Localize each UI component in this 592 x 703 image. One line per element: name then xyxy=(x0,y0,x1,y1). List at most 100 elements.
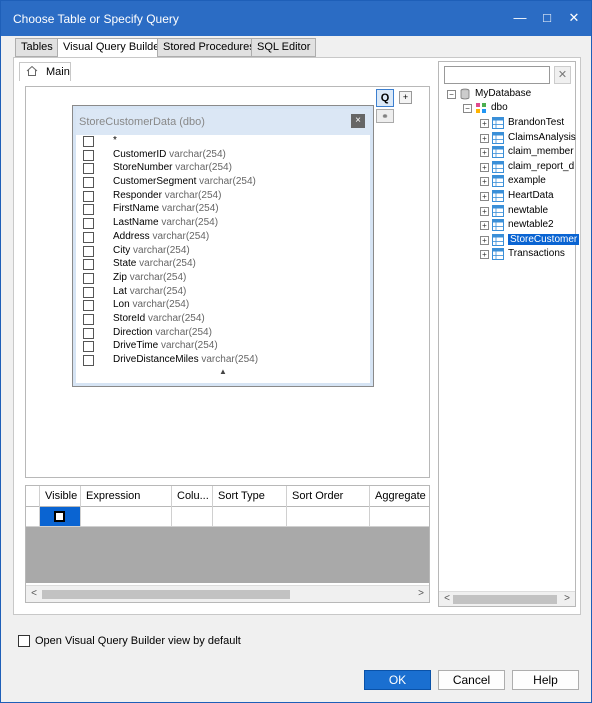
column-checkbox[interactable] xyxy=(83,149,94,161)
column-checkbox[interactable] xyxy=(83,218,94,230)
tab-visual-query-builder[interactable]: Visual Query Builder xyxy=(57,38,170,58)
close-button[interactable]: ✕ xyxy=(562,7,586,29)
row-selector[interactable] xyxy=(26,507,40,526)
column-checkbox[interactable] xyxy=(83,204,94,216)
grid-header-sort-type[interactable]: Sort Type xyxy=(213,486,287,507)
expand-icon[interactable]: + xyxy=(480,192,489,201)
column-checkbox[interactable] xyxy=(83,327,94,339)
expand-icon[interactable]: + xyxy=(480,148,489,158)
tab-stored-procedures[interactable]: Stored Procedures xyxy=(157,38,261,57)
column-checkbox[interactable] xyxy=(83,136,94,147)
column-checkbox[interactable] xyxy=(83,177,94,189)
scrollbar-thumb[interactable] xyxy=(42,590,290,599)
q-button[interactable]: Q xyxy=(376,89,394,107)
table-box-close-button[interactable]: × xyxy=(351,114,365,128)
cancel-button[interactable]: Cancel xyxy=(438,670,505,690)
tree-node-label: Transactions xyxy=(508,248,565,260)
grid-header-visible[interactable]: Visible xyxy=(40,486,81,507)
grid-header-expression[interactable]: Expression xyxy=(81,486,172,507)
column-row[interactable]: DriveTime varchar(254) xyxy=(76,340,370,354)
collapse-icon[interactable]: − xyxy=(447,90,456,99)
column-row[interactable]: Address varchar(254) xyxy=(76,231,370,245)
column-type: varchar(254) xyxy=(152,230,210,242)
aggregate-cell[interactable] xyxy=(370,507,429,526)
column-name: StoreId xyxy=(113,312,146,324)
column-checkbox[interactable] xyxy=(83,231,94,243)
column-row[interactable]: City varchar(254) xyxy=(76,245,370,259)
scroll-right-icon[interactable]: > xyxy=(560,592,574,606)
column-row[interactable]: * xyxy=(76,135,370,149)
column-row[interactable]: Zip varchar(254) xyxy=(76,272,370,286)
column-checkbox[interactable] xyxy=(83,300,94,312)
scroll-left-icon[interactable]: < xyxy=(440,592,454,606)
column-row[interactable]: DriveDistanceMiles varchar(254) xyxy=(76,354,370,367)
column-checkbox[interactable] xyxy=(83,341,94,353)
expand-icon[interactable]: + xyxy=(480,221,489,231)
column-checkbox[interactable] xyxy=(83,272,94,284)
column-checkbox[interactable] xyxy=(83,245,94,257)
table-box-title[interactable]: StoreCustomerData (dbo) xyxy=(76,109,370,135)
column-checkbox[interactable] xyxy=(83,313,94,325)
scroll-right-icon[interactable]: > xyxy=(414,587,428,601)
column-name: StoreNumber xyxy=(113,162,173,174)
home-icon xyxy=(26,65,38,76)
sort-order-cell[interactable] xyxy=(287,507,370,526)
column-checkbox[interactable] xyxy=(83,163,94,175)
scroll-left-icon[interactable]: < xyxy=(27,587,41,601)
collapse-icon[interactable]: − xyxy=(463,104,472,113)
expand-icon[interactable]: + xyxy=(480,177,489,187)
tree-search-input[interactable] xyxy=(444,66,550,84)
column-row[interactable]: Direction varchar(254) xyxy=(76,327,370,341)
expand-icon[interactable]: + xyxy=(480,133,489,143)
ok-button[interactable]: OK xyxy=(364,670,431,690)
scrollbar-thumb[interactable] xyxy=(453,595,557,604)
column-type: varchar(254) xyxy=(161,217,219,229)
column-name: CustomerSegment xyxy=(113,176,197,188)
column-row[interactable]: LastName varchar(254) xyxy=(76,217,370,231)
grid-header-aggregate[interactable]: Aggregate xyxy=(370,486,429,507)
column-row[interactable]: FirstName varchar(254) xyxy=(76,203,370,217)
column-row[interactable]: StoreId varchar(254) xyxy=(76,313,370,327)
column-checkbox[interactable] xyxy=(83,190,94,202)
column-checkbox[interactable] xyxy=(83,286,94,298)
sort-type-cell[interactable] xyxy=(213,507,287,526)
grid-header-column[interactable]: Colu... xyxy=(172,486,213,507)
grid-horizontal-scrollbar[interactable]: < > xyxy=(26,585,429,602)
column-row[interactable]: Lat varchar(254) xyxy=(76,286,370,300)
expand-icon[interactable]: + xyxy=(480,162,489,172)
column-checkbox[interactable] xyxy=(83,259,94,271)
tab-tables[interactable]: Tables xyxy=(15,38,59,57)
column-checkbox[interactable] xyxy=(83,355,94,366)
maximize-button[interactable]: □ xyxy=(535,7,559,29)
open-vqb-default-label: Open Visual Query Builder view by defaul… xyxy=(35,635,241,647)
column-row[interactable]: CustomerSegment varchar(254) xyxy=(76,176,370,190)
open-vqb-default-checkbox[interactable] xyxy=(18,635,30,647)
tree-horizontal-scrollbar[interactable]: < > xyxy=(439,591,575,606)
column-row[interactable]: State varchar(254) xyxy=(76,258,370,272)
link-icon[interactable]: ⚭ xyxy=(376,109,394,123)
expression-cell[interactable] xyxy=(81,507,172,526)
table-icon xyxy=(492,233,504,246)
help-button[interactable]: Help xyxy=(512,670,579,690)
column-row[interactable]: Responder varchar(254) xyxy=(76,190,370,204)
table-box[interactable]: StoreCustomerData (dbo) × * CustomerID v… xyxy=(72,105,374,387)
grid-header-sort-order[interactable]: Sort Order xyxy=(287,486,370,507)
column-row[interactable]: StoreNumber varchar(254) xyxy=(76,162,370,176)
column-row[interactable]: Lon varchar(254) xyxy=(76,299,370,313)
schema-icon xyxy=(476,103,486,113)
add-table-button[interactable]: + xyxy=(399,91,412,104)
visible-checkbox[interactable] xyxy=(54,511,65,522)
scroll-up-icon[interactable]: ▲ xyxy=(76,367,370,381)
minimize-button[interactable]: — xyxy=(508,7,532,29)
column-row[interactable]: CustomerID varchar(254) xyxy=(76,149,370,163)
expand-icon[interactable]: + xyxy=(480,119,489,128)
visible-cell[interactable] xyxy=(40,507,81,526)
tab-sql-editor[interactable]: SQL Editor xyxy=(251,38,317,57)
clear-search-icon[interactable]: ✕ xyxy=(554,66,571,84)
expand-icon[interactable]: + xyxy=(480,206,489,216)
column-cell[interactable] xyxy=(172,507,213,526)
expand-icon[interactable]: + xyxy=(480,235,489,245)
column-type: varchar(254) xyxy=(175,162,232,174)
expand-icon[interactable]: + xyxy=(480,250,489,260)
tab-main[interactable]: Main xyxy=(19,62,71,81)
